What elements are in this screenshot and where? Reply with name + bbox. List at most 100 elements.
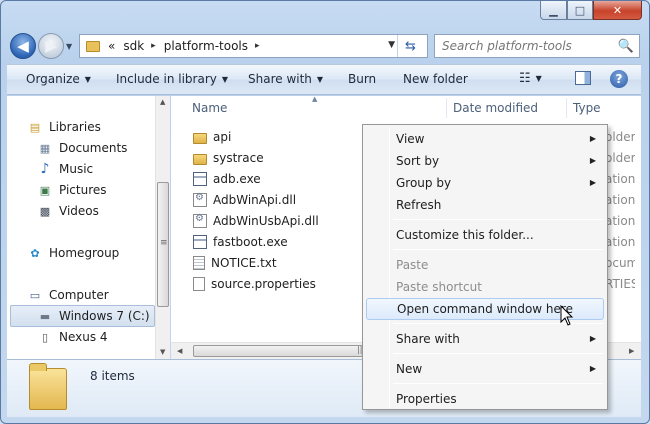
column-header-type[interactable]: Type [573, 101, 601, 115]
mouse-cursor-icon [560, 305, 574, 326]
sidebar-item-videos[interactable]: ▩ Videos [37, 201, 99, 221]
scroll-down-icon[interactable]: ▼ [160, 348, 165, 356]
address-bar[interactable]: « sdk ▸ platform-tools ▸ ▼ ⇆ [79, 34, 428, 58]
forward-arrow-icon: ▶ [45, 37, 57, 55]
folder-icon [86, 40, 100, 52]
videos-icon: ▩ [39, 204, 51, 218]
search-box[interactable]: 🔍 [434, 34, 640, 58]
list-item[interactable]: fastboot.exe [193, 232, 288, 252]
list-item[interactable]: AdbWinUsbApi.dll [193, 211, 319, 231]
folder-icon [29, 363, 67, 410]
burn-button[interactable]: Burn [348, 72, 376, 86]
list-item[interactable]: NOTICE.txt [193, 253, 277, 273]
column-divider[interactable] [566, 98, 567, 118]
recent-pages-dropdown[interactable]: ▼ [66, 42, 72, 51]
column-header-name[interactable]: Name [192, 101, 227, 115]
breadcrumb-separator-icon[interactable]: ▸ [255, 41, 260, 51]
menu-item-share-with[interactable]: Share with ▶ [366, 328, 604, 350]
views-button[interactable]: ☷ ▼ [519, 71, 542, 86]
menu-item-paste-shortcut[interactable]: Paste shortcut [366, 276, 604, 298]
menu-separator [393, 353, 603, 354]
grip-icon: ≡ [160, 238, 168, 248]
submenu-arrow-icon: ▶ [589, 364, 596, 373]
navigation-scrollbar[interactable]: ▲ ≡ ▼ [155, 96, 170, 359]
pictures-icon: ▣ [39, 183, 51, 197]
breadcrumb-platform-tools[interactable]: platform-tools [164, 39, 248, 53]
sidebar-item-pictures[interactable]: ▣ Pictures [37, 180, 107, 200]
sidebar-item-computer[interactable]: ▭ Computer [27, 285, 109, 305]
phone-icon: ▯ [41, 330, 49, 344]
search-icon[interactable]: 🔍 [618, 39, 634, 54]
forward-button[interactable]: ▶ [38, 33, 64, 59]
breadcrumb-separator-icon[interactable]: ▸ [151, 41, 156, 51]
menu-item-customize-folder[interactable]: Customize this folder... [366, 224, 604, 246]
menu-item-group-by[interactable]: Group by ▶ [366, 172, 604, 194]
generic-file-icon [193, 277, 205, 291]
chevron-down-icon: ▼ [316, 75, 324, 84]
help-icon[interactable]: ? [610, 70, 628, 88]
type-cell: ation [605, 235, 635, 249]
chevron-down-icon: ▼ [221, 75, 229, 84]
folder-icon [193, 153, 207, 165]
sidebar-item-windows-c[interactable]: ▬ Windows 7 (C:) [37, 306, 150, 326]
scroll-right-icon[interactable]: ▶ [629, 347, 634, 355]
documents-icon: ▦ [39, 141, 51, 155]
column-divider[interactable] [446, 98, 447, 118]
submenu-arrow-icon: ▶ [589, 178, 596, 187]
sidebar-item-homegroup[interactable]: ✿ Homegroup [27, 243, 119, 263]
sidebar-item-music[interactable]: ♪ Music [37, 159, 94, 179]
menu-item-refresh[interactable]: Refresh [366, 194, 604, 216]
menu-separator [393, 383, 603, 384]
application-icon [193, 235, 207, 249]
sidebar-item-libraries[interactable]: ▤ Libraries [27, 117, 101, 137]
scrollbar-thumb[interactable]: ≡ [157, 182, 169, 307]
new-folder-button[interactable]: New folder [403, 72, 468, 86]
menu-item-new[interactable]: New ▶ [366, 358, 604, 380]
menu-item-properties[interactable]: Properties [366, 388, 604, 410]
organize-button[interactable]: Organize ▼ [26, 72, 91, 86]
share-with-button[interactable]: Share with ▼ [248, 72, 323, 86]
address-dropdown-icon[interactable]: ▼ [388, 40, 395, 50]
back-button[interactable]: ◀ [10, 33, 36, 59]
context-menu: View ▶ Sort by ▶ Group by ▶ Refresh Customi… [362, 124, 608, 410]
list-item[interactable]: source.properties [193, 274, 316, 294]
views-icon: ☷ [519, 71, 531, 86]
list-item[interactable]: adb.exe [193, 169, 261, 189]
close-button[interactable]: ✕ [593, 1, 642, 20]
homegroup-icon: ✿ [30, 246, 40, 260]
chevron-down-icon: ▼ [535, 74, 542, 83]
scroll-up-icon[interactable]: ▲ [160, 98, 165, 106]
maximize-button[interactable]: □ [567, 1, 593, 20]
sidebar-item-nexus-4[interactable]: ▯ Nexus 4 [37, 327, 108, 347]
application-icon [193, 172, 207, 186]
column-header-date-modified[interactable]: Date modified [453, 101, 538, 115]
scroll-left-icon[interactable]: ◀ [177, 347, 182, 355]
minimize-button[interactable]: ▁ [540, 1, 567, 20]
list-item[interactable]: AdbWinApi.dll [193, 190, 296, 210]
breadcrumb-sdk[interactable]: sdk [123, 39, 144, 53]
include-in-library-button[interactable]: Include in library ▼ [116, 72, 228, 86]
type-cell: older [605, 151, 635, 165]
list-item[interactable]: api [193, 127, 231, 147]
menu-separator [393, 219, 603, 220]
menu-item-paste[interactable]: Paste [366, 254, 604, 276]
menu-item-sort-by[interactable]: Sort by ▶ [366, 150, 604, 172]
search-input[interactable] [442, 39, 620, 53]
type-cell: ocume [605, 256, 635, 270]
list-item[interactable]: systrace [193, 148, 264, 168]
scrollbar-thumb[interactable]: ||| [193, 345, 365, 357]
folder-icon [193, 132, 207, 144]
menu-separator [393, 249, 603, 250]
music-icon: ♪ [40, 161, 50, 177]
refresh-icon[interactable]: ⇆ [397, 35, 423, 57]
sort-ascending-icon: ▲ [312, 95, 318, 103]
menu-item-view[interactable]: View ▶ [366, 128, 604, 150]
text-file-icon [193, 256, 205, 270]
preview-pane-icon[interactable] [575, 71, 591, 85]
dll-file-icon [193, 192, 207, 207]
breadcrumb-overflow[interactable]: « [108, 39, 115, 53]
dll-file-icon [193, 213, 207, 228]
command-bar: Organize ▼ Include in library ▼ Share with… [7, 64, 641, 95]
sidebar-item-documents[interactable]: ▦ Documents [37, 138, 128, 158]
submenu-arrow-icon: ▶ [589, 156, 596, 165]
